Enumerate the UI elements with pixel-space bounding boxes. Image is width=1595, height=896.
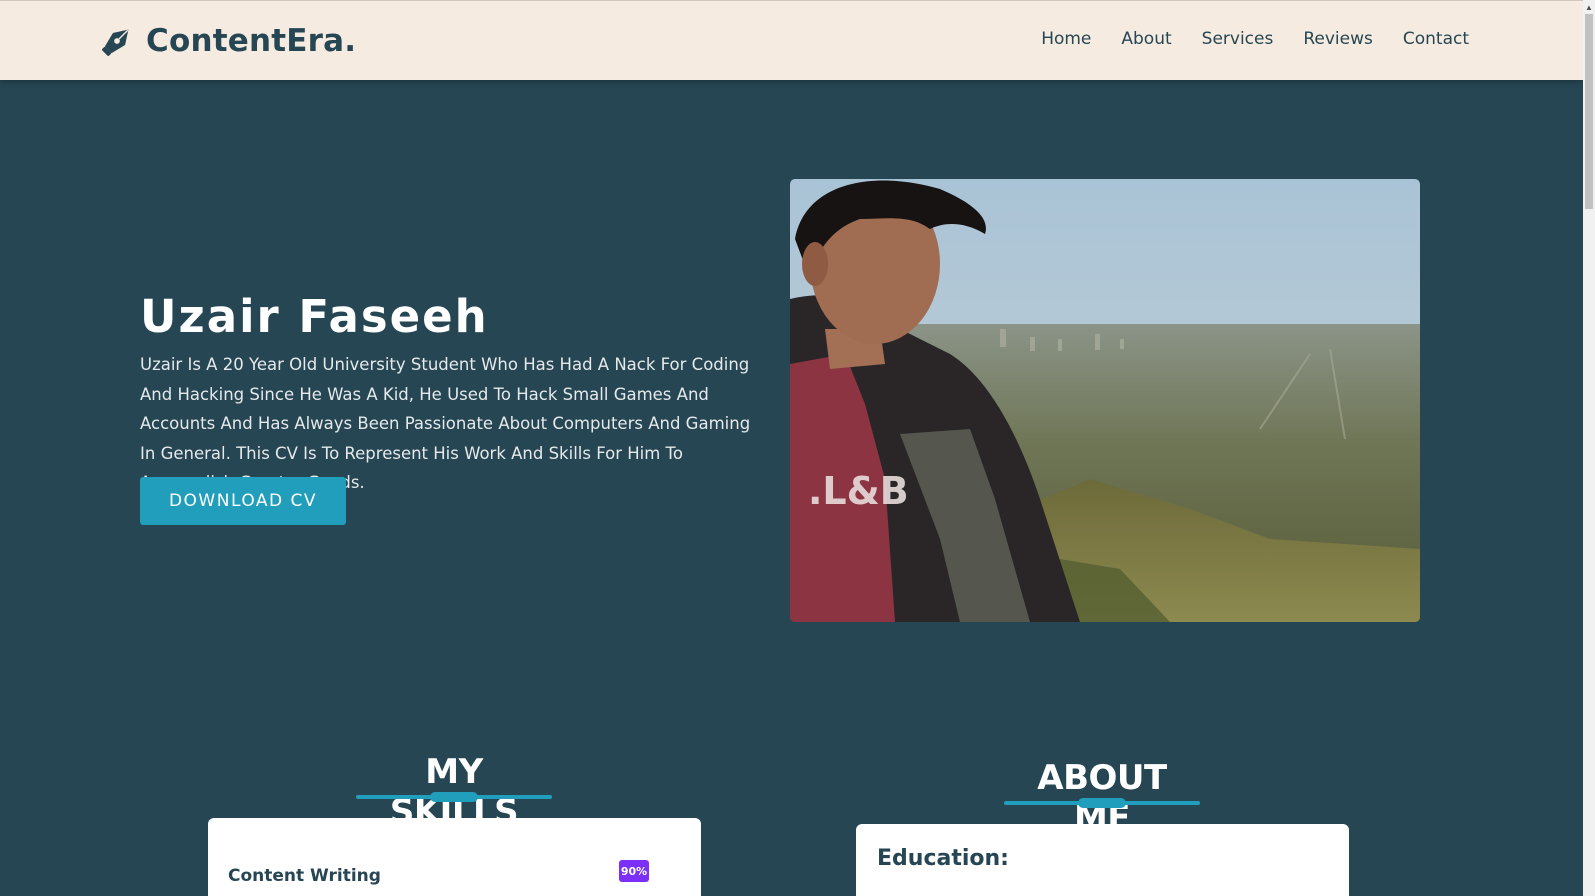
profile-photo-image: .L&B: [790, 179, 1420, 622]
site-logo[interactable]: ContentEra.: [98, 21, 356, 61]
skills-underline-accent: [430, 792, 478, 802]
nav-about[interactable]: About: [1121, 29, 1171, 49]
site-header: ContentEra. Home About Services Reviews …: [0, 0, 1583, 80]
profile-photo: .L&B: [790, 179, 1420, 622]
pen-nib-icon: [101, 29, 129, 57]
skill-percent-badge: 90%: [619, 860, 649, 882]
nav-contact[interactable]: Contact: [1403, 29, 1469, 49]
about-card: Education:: [856, 824, 1349, 896]
page-scrollbar[interactable]: ▲: [1583, 0, 1595, 896]
scroll-thumb[interactable]: [1585, 14, 1593, 209]
download-cv-button[interactable]: DOWNLOAD CV: [140, 477, 346, 525]
hero-description: Uzair Is A 20 Year Old University Studen…: [140, 355, 751, 492]
scroll-up-arrow-icon[interactable]: ▲: [1583, 0, 1595, 14]
skill-name: Content Writing: [228, 866, 381, 886]
nav-reviews[interactable]: Reviews: [1303, 29, 1373, 49]
skills-card: Content Writing 90%: [208, 818, 701, 896]
logo-text: ContentEra.: [146, 23, 357, 59]
svg-text:.L&B: .L&B: [808, 469, 909, 513]
nav-home[interactable]: Home: [1041, 29, 1091, 49]
main-nav: Home About Services Reviews Contact: [1041, 29, 1469, 49]
about-underline-accent: [1078, 798, 1126, 808]
hero-name: Uzair Faseeh: [140, 290, 489, 343]
page: ContentEra. Home About Services Reviews …: [0, 0, 1595, 896]
nav-services[interactable]: Services: [1202, 29, 1274, 49]
education-label: Education:: [877, 846, 1009, 871]
